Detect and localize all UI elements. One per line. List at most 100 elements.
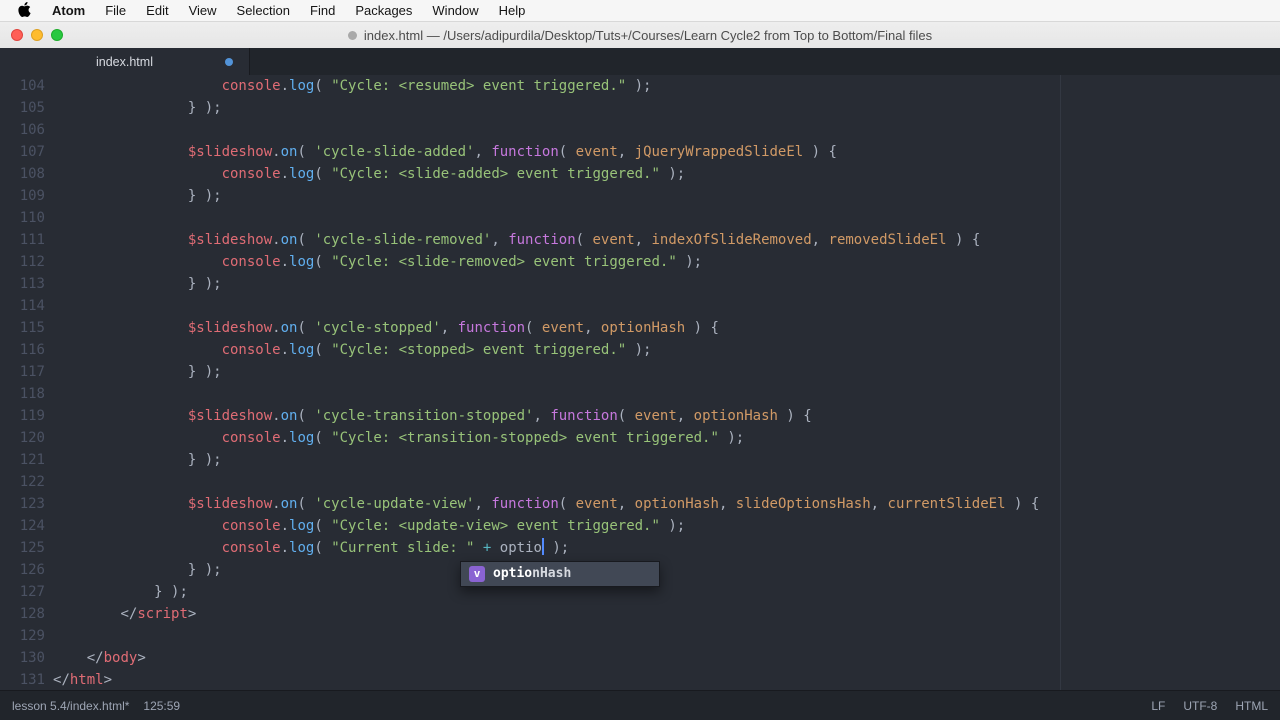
- line-number[interactable]: 121: [0, 449, 53, 471]
- line-number[interactable]: 115: [0, 317, 53, 339]
- code-line[interactable]: 119 $slideshow.on( 'cycle-transition-sto…: [0, 405, 1280, 427]
- code-text: $slideshow.on( 'cycle-slide-added', func…: [187, 144, 837, 160]
- code-line[interactable]: 109 } );: [0, 185, 1280, 207]
- code-line[interactable]: 110: [0, 207, 1280, 229]
- autocomplete-suggestion[interactable]: v optionHash: [461, 562, 659, 586]
- status-cursor-position[interactable]: 125:59: [143, 699, 180, 713]
- code-line[interactable]: 122: [0, 471, 1280, 493]
- code-line[interactable]: 105 } );: [0, 97, 1280, 119]
- line-number[interactable]: 128: [0, 603, 53, 625]
- code-line[interactable]: 118: [0, 383, 1280, 405]
- line-number[interactable]: 127: [0, 581, 53, 603]
- code-line[interactable]: 106: [0, 119, 1280, 141]
- code-line[interactable]: 131 </html>: [0, 669, 1280, 690]
- menu-item-selection[interactable]: Selection: [227, 0, 300, 21]
- code-line[interactable]: 129: [0, 625, 1280, 647]
- menu-item-edit[interactable]: Edit: [136, 0, 178, 21]
- code-line[interactable]: 113 } );: [0, 273, 1280, 295]
- line-number[interactable]: 105: [0, 97, 53, 119]
- menu-item-file[interactable]: File: [95, 0, 136, 21]
- code-text: $slideshow.on( 'cycle-stopped', function…: [187, 320, 719, 336]
- window-title-bar[interactable]: index.html — /Users/adipurdila/Desktop/T…: [0, 22, 1280, 48]
- code-text: $slideshow.on( 'cycle-transition-stopped…: [187, 408, 812, 424]
- code-line[interactable]: 124 console.log( "Cycle: <update-view> e…: [0, 515, 1280, 537]
- code-text: </html>: [53, 672, 113, 688]
- code-line[interactable]: 128 </script>: [0, 603, 1280, 625]
- zoom-window-button[interactable]: [51, 29, 63, 41]
- line-number[interactable]: 114: [0, 295, 53, 317]
- window-title-wrap: index.html — /Users/adipurdila/Desktop/T…: [347, 27, 933, 43]
- line-number[interactable]: 118: [0, 383, 53, 405]
- line-number[interactable]: 123: [0, 493, 53, 515]
- line-number[interactable]: 116: [0, 339, 53, 361]
- line-number[interactable]: 131: [0, 669, 53, 690]
- line-number[interactable]: 126: [0, 559, 53, 581]
- code-line[interactable]: 123 $slideshow.on( 'cycle-update-view', …: [0, 493, 1280, 515]
- tab-label: index.html: [96, 54, 153, 69]
- code-text: console.log( "Cycle: <slide-removed> eve…: [221, 254, 703, 270]
- code-text: console.log( "Current slide: " + optio )…: [221, 538, 570, 556]
- line-number[interactable]: 117: [0, 361, 53, 383]
- line-number[interactable]: 124: [0, 515, 53, 537]
- menu-item-find[interactable]: Find: [300, 0, 345, 21]
- tab-index-html[interactable]: index.html: [0, 48, 250, 75]
- code-line[interactable]: 104 console.log( "Cycle: <resumed> event…: [0, 75, 1280, 97]
- menu-bar: Atom File Edit View Selection Find Packages Win…: [0, 0, 1280, 22]
- code-text: } );: [187, 364, 222, 380]
- menu-item-window[interactable]: Window: [422, 0, 488, 21]
- line-number[interactable]: 119: [0, 405, 53, 427]
- line-number[interactable]: 104: [0, 75, 53, 97]
- status-line-ending[interactable]: LF: [1151, 699, 1165, 713]
- minimize-window-button[interactable]: [31, 29, 43, 41]
- line-number[interactable]: 120: [0, 427, 53, 449]
- editor[interactable]: 104 console.log( "Cycle: <resumed> event…: [0, 75, 1280, 690]
- line-number[interactable]: 113: [0, 273, 53, 295]
- code-line[interactable]: 125 console.log( "Current slide: " + opt…: [0, 537, 1280, 559]
- code-text: $slideshow.on( 'cycle-slide-removed', fu…: [187, 232, 981, 248]
- code-text: console.log( "Cycle: <transition-stopped…: [221, 430, 745, 446]
- line-number[interactable]: 129: [0, 625, 53, 647]
- menu-item-help[interactable]: Help: [489, 0, 536, 21]
- code-text: </body>: [86, 650, 146, 666]
- code-line[interactable]: 115 $slideshow.on( 'cycle-stopped', func…: [0, 317, 1280, 339]
- line-number[interactable]: 107: [0, 141, 53, 163]
- status-grammar[interactable]: HTML: [1235, 699, 1268, 713]
- line-number[interactable]: 111: [0, 229, 53, 251]
- code-line[interactable]: 112 console.log( "Cycle: <slide-removed>…: [0, 251, 1280, 273]
- code-text: console.log( "Cycle: <slide-added> event…: [221, 166, 686, 182]
- screen: Atom File Edit View Selection Find Packages Win…: [0, 0, 1280, 720]
- code-line[interactable]: 116 console.log( "Cycle: <stopped> event…: [0, 339, 1280, 361]
- code-line[interactable]: 120 console.log( "Cycle: <transition-sto…: [0, 427, 1280, 449]
- code-line[interactable]: 108 console.log( "Cycle: <slide-added> e…: [0, 163, 1280, 185]
- code-line[interactable]: 117 } );: [0, 361, 1280, 383]
- line-number[interactable]: 110: [0, 207, 53, 229]
- modified-indicator-icon: [225, 57, 233, 66]
- code-line[interactable]: 121 } );: [0, 449, 1280, 471]
- line-number[interactable]: 108: [0, 163, 53, 185]
- line-number[interactable]: 112: [0, 251, 53, 273]
- apple-menu[interactable]: [0, 0, 42, 21]
- menu-items: Atom File Edit View Selection Find Packages Win…: [42, 0, 535, 21]
- line-number[interactable]: 125: [0, 537, 53, 559]
- code-lines: 104 console.log( "Cycle: <resumed> event…: [0, 75, 1280, 690]
- line-number[interactable]: 122: [0, 471, 53, 493]
- menu-item-atom[interactable]: Atom: [42, 0, 95, 21]
- code-text: </script>: [120, 606, 197, 622]
- code-line[interactable]: 111 $slideshow.on( 'cycle-slide-removed'…: [0, 229, 1280, 251]
- code-line[interactable]: 130 </body>: [0, 647, 1280, 669]
- line-number[interactable]: 109: [0, 185, 53, 207]
- code-line[interactable]: 107 $slideshow.on( 'cycle-slide-added', …: [0, 141, 1280, 163]
- line-number[interactable]: 130: [0, 647, 53, 669]
- code-text: } );: [187, 100, 222, 116]
- tab-bar: index.html: [0, 48, 1280, 75]
- status-encoding[interactable]: UTF-8: [1183, 699, 1217, 713]
- code-line[interactable]: 114: [0, 295, 1280, 317]
- line-number[interactable]: 106: [0, 119, 53, 141]
- menu-item-view[interactable]: View: [179, 0, 227, 21]
- status-bar-left: lesson 5.4/index.html* 125:59: [12, 699, 180, 713]
- window-title: index.html — /Users/adipurdila/Desktop/T…: [363, 27, 933, 43]
- code-text: $slideshow.on( 'cycle-update-view', func…: [187, 496, 1040, 512]
- menu-item-packages[interactable]: Packages: [345, 0, 422, 21]
- document-proxy-icon: [347, 30, 357, 40]
- close-window-button[interactable]: [11, 29, 23, 41]
